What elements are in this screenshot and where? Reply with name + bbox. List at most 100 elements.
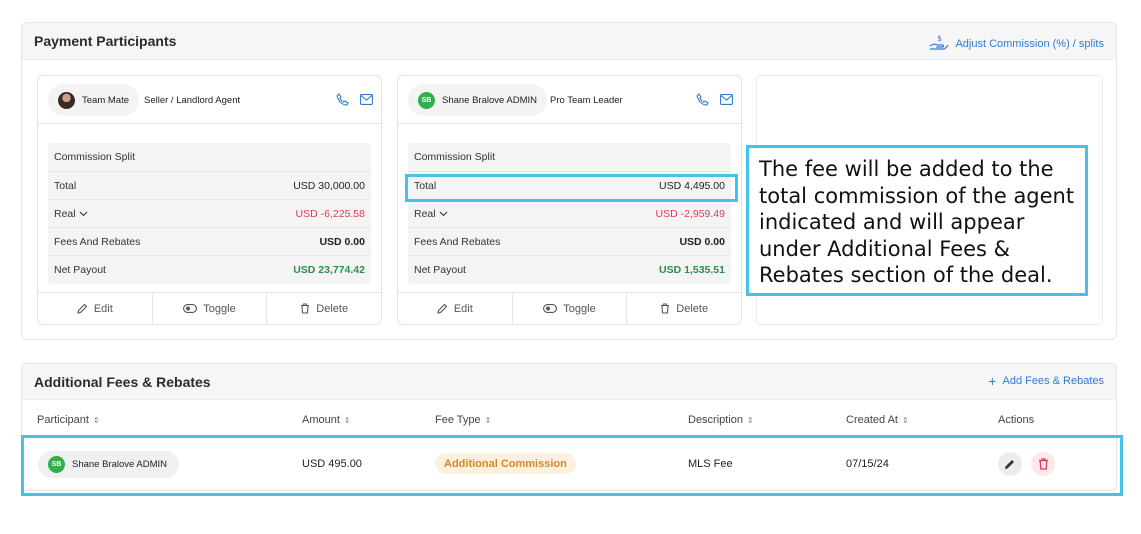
column-created-at[interactable]: Created At ⇕ <box>846 414 909 426</box>
column-label: Actions <box>998 414 1035 426</box>
split-row-fees: Fees And Rebates USD 0.00 <box>408 227 731 255</box>
chevron-down-icon <box>79 211 87 217</box>
edit-button[interactable]: Edit <box>398 293 512 324</box>
split-label: Total <box>414 180 437 192</box>
split-label-wrap: Real <box>54 208 88 220</box>
split-value: USD 23,774.42 <box>293 264 365 276</box>
split-row-total: Total USD 30,000.00 <box>48 171 371 199</box>
info-callout: The fee will be added to the total commi… <box>746 145 1088 296</box>
commission-split-title: Commission Split <box>414 151 496 163</box>
adjust-commission-link[interactable]: $ Adjust Commission (%) / splits <box>929 34 1104 53</box>
column-fee-type[interactable]: Fee Type ⇕ <box>435 414 491 426</box>
add-fees-label: Add Fees & Rebates <box>1002 375 1104 387</box>
sort-icon: ⇕ <box>484 415 492 425</box>
trash-icon <box>1038 458 1048 470</box>
column-amount[interactable]: Amount ⇕ <box>302 414 351 426</box>
money-hand-icon: $ <box>929 34 949 53</box>
split-value: USD -6,225.58 <box>295 208 365 220</box>
payment-participants-title: Payment Participants <box>34 33 177 49</box>
edit-button[interactable]: Edit <box>38 293 152 324</box>
trash-icon <box>301 303 310 314</box>
column-description[interactable]: Description ⇕ <box>688 414 754 426</box>
fee-participant-pill[interactable]: SB Shane Bralove ADMIN <box>38 451 180 478</box>
contact-actions <box>335 92 373 106</box>
avatar: SB <box>48 456 65 473</box>
avatar <box>58 91 75 109</box>
toggle-button[interactable]: Toggle <box>511 293 627 324</box>
delete-button[interactable]: Delete <box>626 293 741 324</box>
chevron-down-icon <box>439 211 447 217</box>
toggle-button[interactable]: Toggle <box>151 293 267 324</box>
participant-card-header: Team Mate Seller / Landlord Agent <box>38 76 381 124</box>
column-participant[interactable]: Participant ⇕ <box>37 414 100 426</box>
delete-label: Delete <box>316 302 349 315</box>
sort-icon: ⇕ <box>747 415 754 425</box>
fee-description: MLS Fee <box>688 458 733 470</box>
toggle-icon <box>183 304 198 313</box>
edit-label: Edit <box>93 302 113 315</box>
sort-icon: ⇕ <box>92 415 100 425</box>
add-fees-link[interactable]: + Add Fees & Rebates <box>988 372 1104 389</box>
split-row-net: Net Payout USD 23,774.42 <box>48 255 371 283</box>
split-label: Real <box>54 208 76 220</box>
delete-label: Delete <box>676 302 709 315</box>
column-label: Description <box>688 414 744 426</box>
commission-split: Commission Split Total USD 4,495.00 Real… <box>408 143 731 284</box>
trash-icon <box>661 303 670 314</box>
split-row-real[interactable]: Real USD -2,959.49 <box>408 199 731 227</box>
split-value: USD 0.00 <box>679 236 725 248</box>
split-value: USD 1,535.51 <box>659 264 725 276</box>
fee-created-at: 07/15/24 <box>846 458 889 470</box>
commission-split-title-row: Commission Split <box>48 143 371 171</box>
card-actions: Edit Toggle Delete <box>38 292 381 324</box>
split-label: Total <box>54 180 77 192</box>
svg-text:$: $ <box>937 34 942 43</box>
split-label-wrap: Real <box>414 208 448 220</box>
edit-label: Edit <box>453 302 473 315</box>
participant-card-header: SB Shane Bralove ADMIN Pro Team Leader <box>398 76 741 124</box>
contact-actions <box>695 92 733 106</box>
split-label: Net Payout <box>54 264 106 276</box>
split-value: USD 30,000.00 <box>293 180 365 192</box>
split-label: Fees And Rebates <box>54 236 141 248</box>
fee-type-badge: Additional Commission <box>435 453 576 474</box>
card-actions: Edit Toggle Delete <box>398 292 741 324</box>
commission-split-title-row: Commission Split <box>408 143 731 171</box>
pencil-icon <box>437 303 448 314</box>
edit-fee-button[interactable] <box>998 452 1022 476</box>
sort-icon: ⇕ <box>901 415 909 425</box>
fee-participant-name: Shane Bralove ADMIN <box>72 459 168 470</box>
column-label: Amount <box>302 414 340 426</box>
column-label: Fee Type <box>435 414 481 426</box>
adjust-commission-label: Adjust Commission (%) / splits <box>955 37 1104 50</box>
participant-role: Seller / Landlord Agent <box>144 95 241 106</box>
phone-icon[interactable] <box>695 92 709 106</box>
delete-button[interactable]: Delete <box>266 293 381 324</box>
mail-icon[interactable] <box>719 92 733 106</box>
plus-icon: + <box>988 372 997 389</box>
toggle-label: Toggle <box>563 302 596 315</box>
toggle-icon <box>543 304 558 313</box>
toggle-label: Toggle <box>203 302 236 315</box>
participant-card-shane: SB Shane Bralove ADMIN Pro Team Leader C… <box>397 75 742 325</box>
phone-icon[interactable] <box>335 92 349 106</box>
mail-icon[interactable] <box>359 92 373 106</box>
fee-amount: USD 495.00 <box>302 458 362 470</box>
split-value: USD -2,959.49 <box>655 208 725 220</box>
additional-fees-title: Additional Fees & Rebates <box>34 374 211 390</box>
participant-pill[interactable]: Team Mate <box>48 84 139 116</box>
split-value: USD 0.00 <box>319 236 365 248</box>
participant-role: Pro Team Leader <box>550 95 623 106</box>
participant-name: Shane Bralove ADMIN <box>442 94 538 106</box>
callout-text: The fee will be added to the total commi… <box>759 157 1075 287</box>
column-label: Created At <box>846 414 898 426</box>
pencil-icon <box>77 303 88 314</box>
additional-fees-header: Additional Fees & Rebates + Add Fees & R… <box>22 364 1116 400</box>
delete-fee-button[interactable] <box>1031 452 1055 476</box>
column-actions: Actions <box>998 414 1034 426</box>
split-value: USD 4,495.00 <box>659 180 725 192</box>
participant-name: Team Mate <box>82 94 129 106</box>
split-label: Fees And Rebates <box>414 236 501 248</box>
participant-pill[interactable]: SB Shane Bralove ADMIN <box>408 84 548 116</box>
split-row-real[interactable]: Real USD -6,225.58 <box>48 199 371 227</box>
